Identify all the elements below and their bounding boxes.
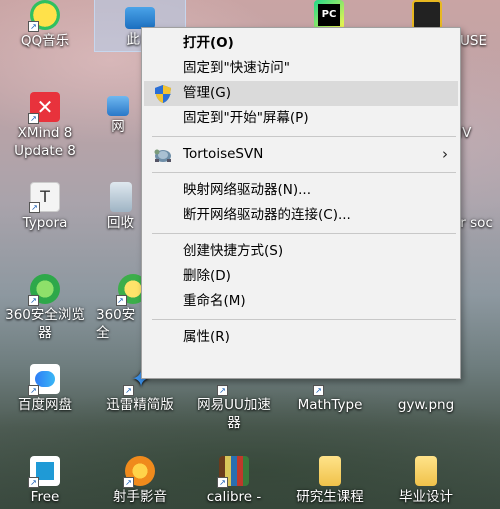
360-browser-icon: ↗: [28, 274, 60, 306]
menu-item-create-shortcut[interactable]: 创建快捷方式(S): [144, 239, 458, 264]
desktop-icon-grad-courses[interactable]: 研究生课程: [288, 450, 372, 506]
shooter-player-icon: ↗: [123, 456, 155, 488]
free-app-icon: ↗: [28, 456, 60, 488]
desktop-icon-recycle-bin[interactable]: 回收: [100, 176, 141, 232]
desktop-icon-qq-music[interactable]: ↗ QQ音乐: [3, 0, 87, 50]
menu-item-pin-start[interactable]: 固定到"开始"屏幕(P): [144, 106, 458, 131]
tortoisesvn-icon: [153, 145, 173, 165]
menu-separator: [152, 172, 456, 173]
menu-item-properties[interactable]: 属性(R): [144, 325, 458, 350]
desktop-icon-label: Typora: [22, 215, 68, 231]
media-app-icon: [412, 0, 442, 30]
typora-icon: T ↗: [29, 182, 60, 213]
folder-icon: [415, 456, 437, 486]
desktop-icon-label: 百度网盘: [18, 397, 72, 413]
menu-item-label: TortoiseSVN: [183, 146, 264, 162]
desktop-icon-label: calibre -: [206, 489, 262, 505]
network-icon: [107, 96, 129, 116]
computer-icon: [125, 7, 155, 29]
menu-separator: [152, 233, 456, 234]
menu-separator: [152, 319, 456, 320]
chevron-right-icon: ›: [442, 145, 448, 163]
menu-item-open[interactable]: 打开(O): [144, 31, 458, 56]
menu-item-label: 创建快捷方式(S): [183, 243, 284, 259]
desktop-icon-use[interactable]: USE: [460, 32, 500, 50]
calibre-icon: ↗: [217, 456, 249, 488]
qq-music-icon: ↗: [28, 0, 60, 32]
menu-item-label: 映射网络驱动器(N)...: [183, 182, 312, 198]
desktop-icon-shooter-player[interactable]: ↗ 射手影音: [98, 450, 182, 506]
xmind-icon: ✕ ↗: [28, 92, 60, 124]
desktop-icon-graduation-project[interactable]: 毕业设计: [384, 450, 468, 506]
pycharm-icon: PC: [314, 0, 344, 30]
menu-item-label: 固定到"开始"屏幕(P): [183, 110, 309, 126]
menu-item-label: 管理(G): [183, 85, 231, 101]
desktop-icon-label: 回收: [107, 215, 134, 231]
desktop-icon-label: 360安全浏览器: [5, 307, 85, 341]
desktop-icon-label: 迅雷精简版: [106, 397, 174, 413]
menu-item-label: 打开(O): [183, 35, 234, 51]
menu-item-rename[interactable]: 重命名(M): [144, 289, 458, 314]
menu-item-label: 重命名(M): [183, 293, 246, 309]
desktop-icon-network[interactable]: 网: [95, 86, 141, 136]
desktop-icon-label: QQ音乐: [20, 33, 70, 49]
menu-item-label: 断开网络驱动器的连接(C)...: [183, 207, 351, 223]
desktop-icon-label: gyw.png: [397, 397, 455, 413]
menu-item-map-network-drive[interactable]: 映射网络驱动器(N)...: [144, 178, 458, 203]
baidu-netdisk-icon: ↗: [28, 364, 60, 396]
menu-separator: [152, 136, 456, 137]
menu-item-pin-quick-access[interactable]: 固定到"快速访问": [144, 56, 458, 81]
desktop-icon-360-safe[interactable]: ↗ 360安全: [96, 268, 148, 342]
menu-item-manage[interactable]: 管理(G): [144, 81, 458, 106]
desktop-icon-free[interactable]: ↗ Free: [3, 450, 87, 506]
folder-icon: [319, 456, 341, 486]
desktop-icon-label: 毕业设计: [399, 489, 453, 505]
menu-item-disconnect-network-drive[interactable]: 断开网络驱动器的连接(C)...: [144, 203, 458, 228]
shield-icon: [153, 84, 173, 104]
desktop-icon-label: 射手影音: [113, 489, 167, 505]
desktop-icon-typora[interactable]: T ↗ Typora: [3, 176, 87, 232]
desktop-icon-label: 研究生课程: [296, 489, 364, 505]
menu-item-label: 固定到"快速访问": [183, 60, 290, 76]
desktop-icon-label: 网易UU加速器: [197, 397, 271, 431]
desktop-icon-calibre[interactable]: ↗ calibre -: [192, 450, 276, 506]
desktop-icon-label: MathType: [297, 397, 363, 413]
desktop-icon-label: Free: [30, 489, 60, 505]
desktop-icon-label: USE: [460, 33, 487, 49]
recycle-bin-icon: [109, 182, 132, 212]
desktop-icon-360-browser[interactable]: ↗ 360安全浏览器: [3, 268, 87, 342]
menu-item-delete[interactable]: 删除(D): [144, 264, 458, 289]
context-menu: 打开(O) 固定到"快速访问" 管理(G) 固定到"开始"屏幕(P) Torto…: [141, 27, 461, 379]
desktop-icon-xmind[interactable]: ✕ ↗ XMind 8 Update 8: [3, 86, 87, 160]
pycharm-logo-text: PC: [318, 4, 340, 26]
menu-item-label: 删除(D): [183, 268, 231, 284]
desktop-icon-label: XMind 8 Update 8: [14, 125, 76, 159]
desktop-icon-baidu-netdisk[interactable]: ↗ 百度网盘: [3, 358, 87, 414]
menu-item-label: 属性(R): [183, 329, 230, 345]
menu-item-tortoisesvn[interactable]: TortoiseSVN ›: [144, 142, 458, 167]
desktop-icon-label: 360安全: [96, 307, 136, 341]
desktop-icon-label: 网: [111, 119, 125, 135]
